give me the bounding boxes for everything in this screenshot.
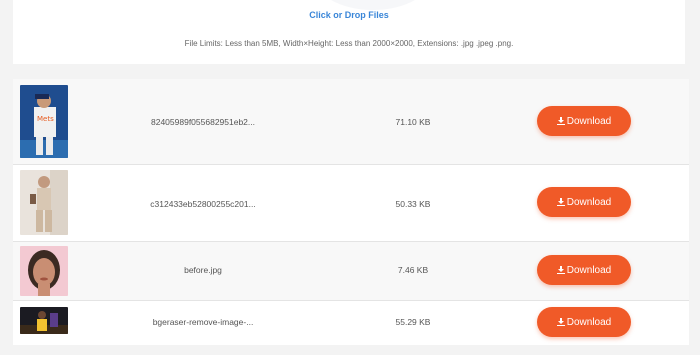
table-row: before.jpg 7.46 KB Download (13, 242, 689, 301)
fashion-model-photo-icon (20, 170, 68, 235)
file-size: 71.10 KB (395, 117, 431, 127)
drop-zone[interactable] (313, 0, 433, 10)
download-button[interactable]: Download (537, 187, 631, 217)
file-name: c312433eb52800255c201... (150, 199, 256, 209)
file-size: 55.29 KB (395, 317, 431, 327)
download-button[interactable]: Download (537, 307, 631, 337)
baseball-player-photo-icon: Mets (20, 85, 68, 158)
file-size: 50.33 KB (395, 199, 431, 209)
download-icon (556, 198, 565, 206)
download-icon (556, 266, 565, 274)
results-table: Mets 82405989f055682951eb2... 71.10 KB D… (13, 79, 689, 345)
table-row: bgeraser-remove-image-... 55.29 KB Downl… (13, 301, 689, 345)
file-name: 82405989f055682951eb2... (151, 117, 255, 127)
table-row: c312433eb52800255c201... 50.33 KB Downlo… (13, 165, 689, 242)
file-limits-text: File Limits: Less than 5MB, Width×Height… (184, 39, 514, 48)
click-or-drop-link[interactable]: Click or Drop Files (13, 10, 685, 20)
download-label: Download (566, 196, 612, 208)
file-name: before.jpg (184, 265, 222, 275)
table-row: Mets 82405989f055682951eb2... 71.10 KB D… (13, 79, 689, 165)
basketball-player-photo-icon (20, 307, 68, 334)
file-name: bgeraser-remove-image-... (152, 317, 254, 327)
portrait-photo-icon (20, 246, 68, 296)
download-button[interactable]: Download (537, 255, 631, 285)
download-label: Download (566, 115, 612, 127)
download-icon (556, 117, 565, 125)
download-icon (556, 318, 565, 326)
file-size: 7.46 KB (397, 265, 429, 275)
upload-panel: Click or Drop Files File Limits: Less th… (13, 0, 685, 64)
download-label: Download (566, 316, 612, 328)
svg-text:Mets: Mets (37, 115, 54, 123)
download-button[interactable]: Download (537, 106, 631, 136)
download-label: Download (566, 264, 612, 276)
